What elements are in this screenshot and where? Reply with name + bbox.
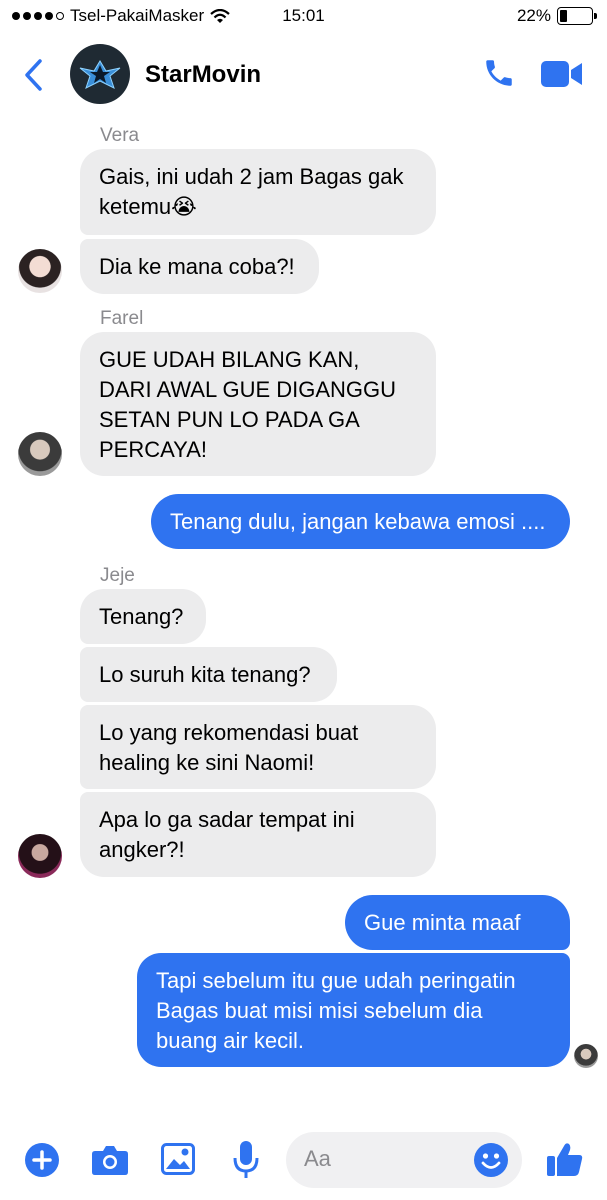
clock: 15:01 — [282, 6, 325, 25]
plus-icon[interactable] — [24, 1142, 60, 1178]
chevron-left-icon[interactable] — [22, 58, 44, 92]
message-bubble[interactable]: Lo yang rekomendasi buat healing ke sini… — [80, 705, 436, 789]
message-input[interactable] — [304, 1146, 464, 1172]
sender-name-vera: Vera — [100, 125, 140, 146]
message-bubble[interactable]: Apa lo ga sadar tempat ini angker?! — [80, 792, 436, 877]
status-bar: Tsel-PakaiMasker 15:01 22% — [0, 0, 607, 34]
microphone-icon[interactable] — [232, 1140, 260, 1180]
avatar-vera[interactable] — [18, 249, 62, 293]
message-bubble[interactable]: Dia ke mana coba?! — [80, 239, 319, 294]
sender-name-farel: Farel — [100, 308, 144, 329]
message-composer — [0, 1126, 607, 1200]
message-bubble-outgoing[interactable]: Tapi sebelum itu gue udah peringatin Bag… — [137, 953, 570, 1067]
emoji-icon[interactable] — [473, 1142, 509, 1178]
message-input-field[interactable] — [286, 1132, 522, 1188]
message-bubble[interactable]: Lo suruh kita tenang? — [80, 647, 337, 702]
message-bubble[interactable]: Tenang? — [80, 589, 206, 644]
battery-icon — [557, 7, 597, 25]
message-bubble[interactable]: Gais, ini udah 2 jam Bagas gak ketemu😭 — [80, 149, 436, 235]
video-camera-icon[interactable] — [540, 60, 584, 88]
avatar-jeje[interactable] — [18, 834, 62, 878]
message-bubble-outgoing[interactable]: Tenang dulu, jangan kebawa emosi .... — [151, 494, 570, 549]
sender-name-jeje: Jeje — [100, 565, 135, 586]
message-bubble[interactable]: GUE UDAH BILANG KAN, DARI AWAL GUE DIGAN… — [80, 332, 436, 476]
message-bubble-outgoing[interactable]: Gue minta maaf .... — [345, 895, 570, 965]
group-avatar[interactable] — [70, 44, 130, 104]
chat-header: StarMovin — [0, 34, 607, 118]
phone-icon[interactable] — [482, 56, 516, 90]
thumbs-up-icon[interactable] — [546, 1140, 584, 1178]
star-logo-icon — [79, 60, 121, 89]
battery-percentage: 22% — [516, 6, 551, 25]
avatar-farel[interactable] — [18, 432, 62, 476]
group-name[interactable]: StarMovin — [145, 61, 261, 89]
read-receipt-avatar — [574, 1044, 598, 1068]
camera-icon[interactable] — [91, 1144, 129, 1176]
image-icon[interactable] — [161, 1143, 195, 1175]
